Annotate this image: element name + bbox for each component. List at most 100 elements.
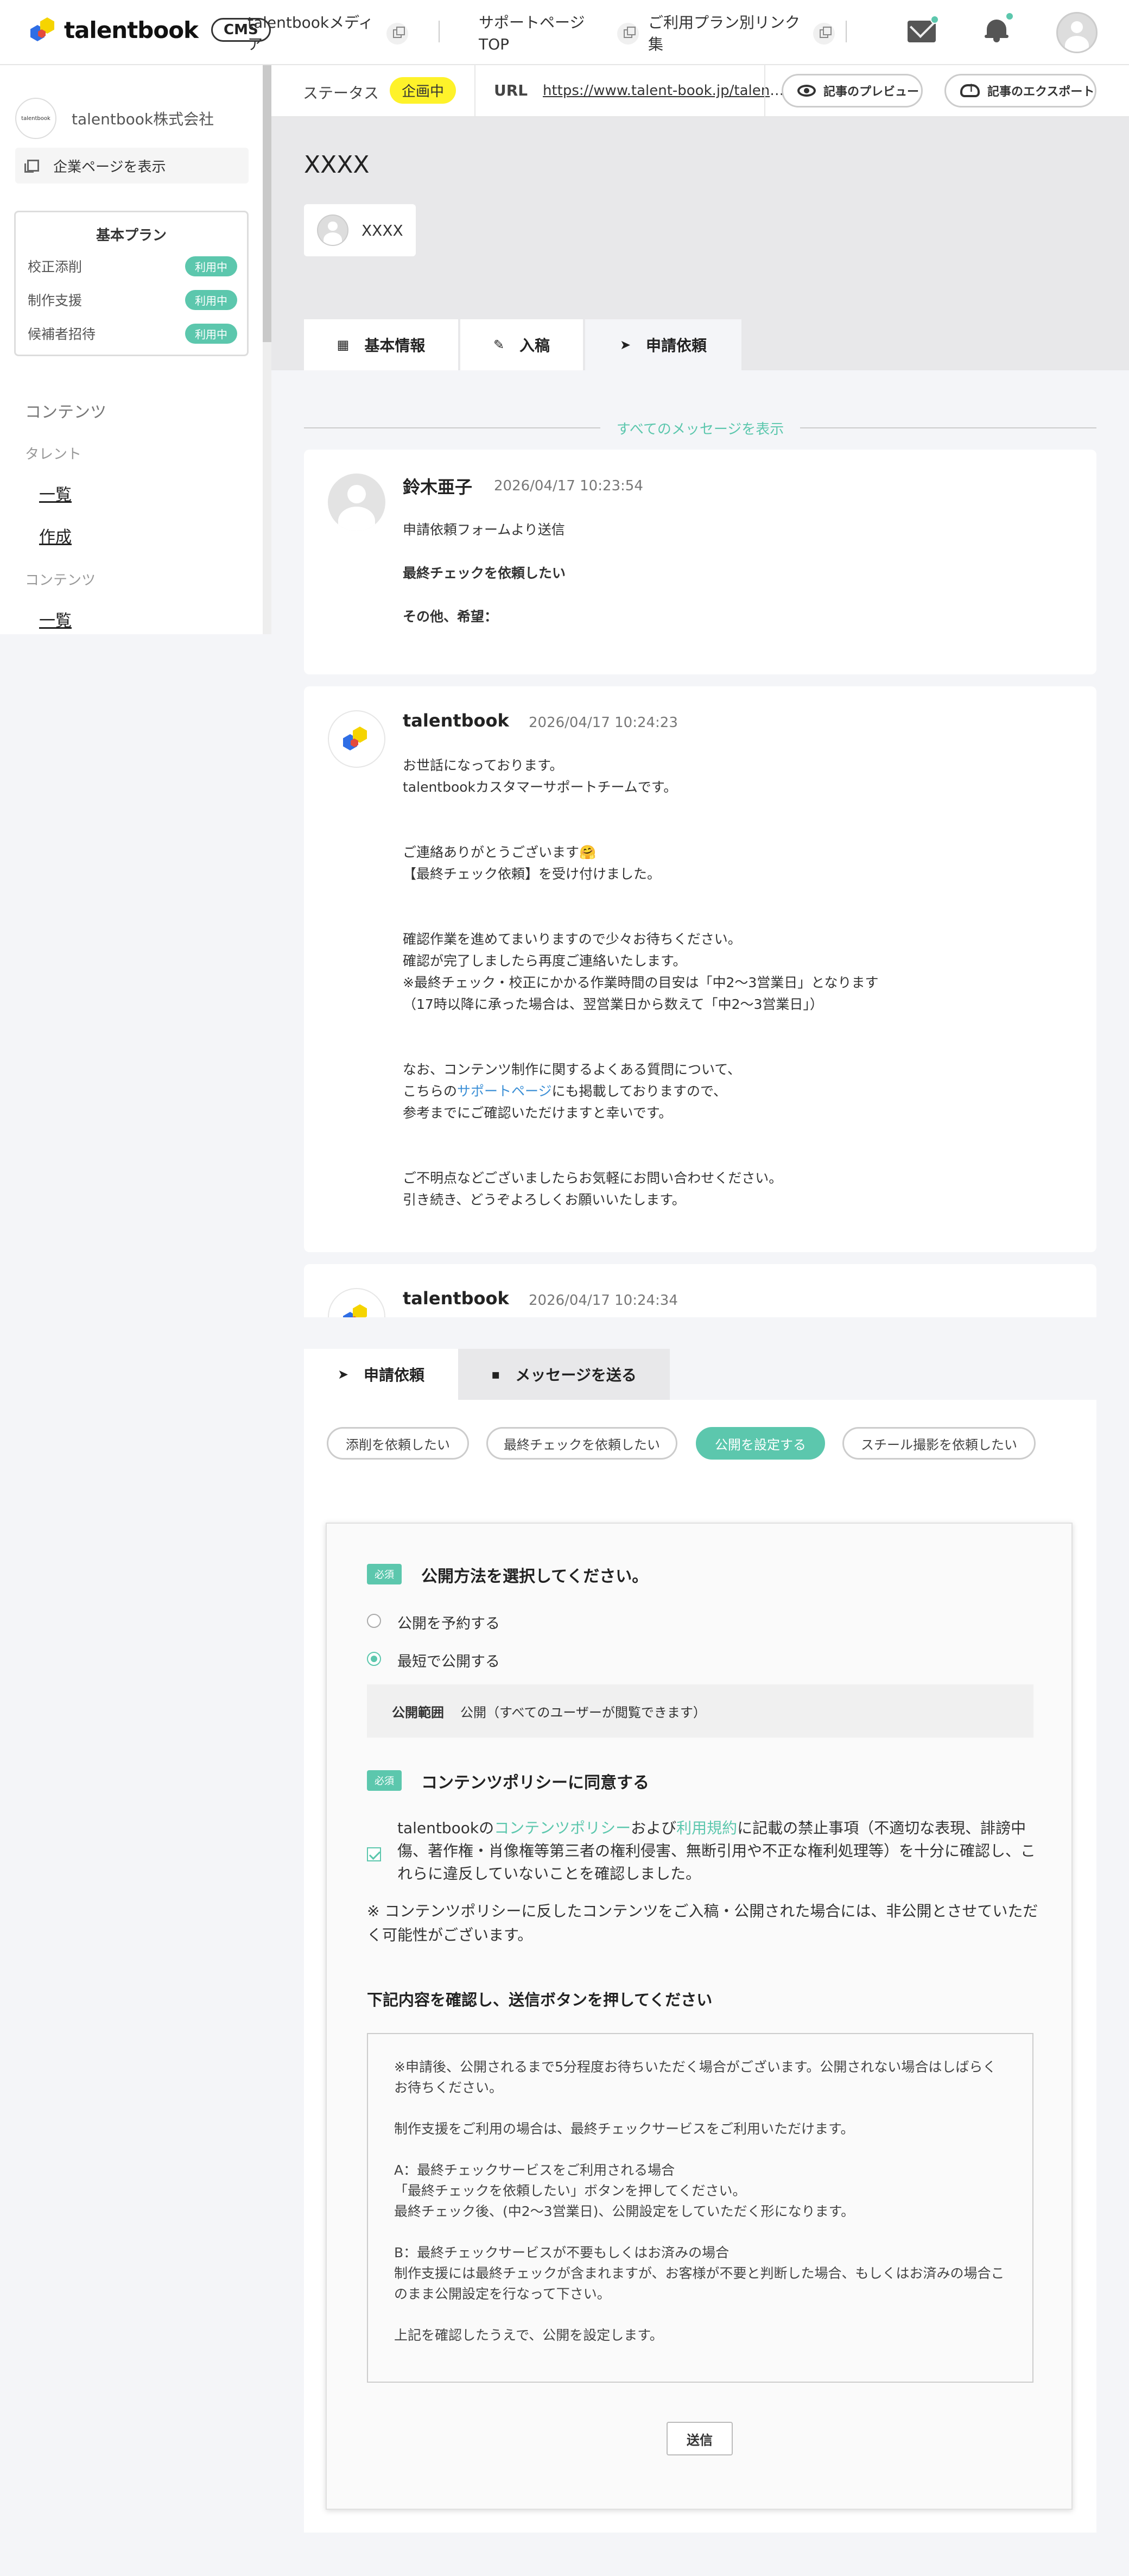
plan-item: 制作支援 利用中 — [28, 289, 237, 310]
plan-box: 基本プラン 校正添削 利用中 制作支援 利用中 候補者招待 利用中 — [14, 211, 249, 356]
article-url-link[interactable]: https://www.talent-book.jp/talentbook/st… — [543, 83, 787, 99]
confirm-line — [394, 2139, 1006, 2160]
message-thread[interactable]: すべてのメッセージを表示 鈴木亜子 2026/04/17 10:23:54 申請… — [271, 370, 1129, 1317]
message-author: talentbook — [403, 1288, 509, 1309]
message-line: ご不明点などございましたらお気軽にお問い合わせください。 — [403, 1170, 783, 1186]
request-publish-button[interactable]: 公開を設定する — [696, 1427, 825, 1460]
plan-status-badge: 利用中 — [185, 289, 237, 310]
support-page-link[interactable]: サポートページ — [457, 1083, 552, 1099]
message-line: 参考までにご確認いただけますと幸いです。 — [403, 1105, 673, 1121]
message-line: ※最終チェック・校正にかかる作業時間の目安は「中2〜3営業日」となります — [403, 975, 879, 990]
article-preview-label: 記事のプレビュー — [823, 85, 919, 99]
header-link-plan-label: ご利用プラン別リンク — [648, 14, 801, 31]
confirm-title: 下記内容を確認し、送信ボタンを押してください — [367, 1991, 713, 2009]
user-avatar[interactable] — [1056, 12, 1098, 53]
message-line: お世話になっております。 — [403, 757, 563, 773]
tab-send-message[interactable]: ▪ メッセージを送る — [458, 1349, 670, 1400]
message-author: 鈴木亜子 — [403, 477, 473, 497]
submit-button[interactable]: 送信 — [667, 2422, 733, 2455]
publish-scope-value: 公開（すべてのユーザーが閲覧できます） — [460, 1704, 706, 1720]
talent-chip[interactable]: XXXX — [304, 204, 416, 256]
view-company-page-button[interactable]: 企業ページを表示 — [15, 148, 249, 184]
message-item: talentbook 2026/04/17 10:24:34 — [304, 1264, 1096, 1317]
tab-application[interactable]: ➤ 申請依頼 — [585, 319, 741, 370]
header-link-media[interactable]: talentbookメディア — [248, 12, 409, 55]
message-line: なお、コンテンツ制作に関するよくある質問について、 — [403, 1062, 741, 1077]
content-policy-link[interactable]: コンテンツポリシー — [494, 1819, 631, 1837]
message-line: talentbookカスタマーサポートチームです。 — [403, 779, 677, 795]
message-author-avatar — [328, 1288, 385, 1317]
radio-publish-asap[interactable] — [367, 1652, 381, 1666]
logo-text: talentbook — [64, 16, 199, 43]
radio-publish-asap-label[interactable]: 最短で公開する — [397, 1650, 500, 1671]
tab-submission-label: 入稿 — [519, 337, 550, 355]
view-company-page-label: 企業ページを表示 — [53, 159, 166, 175]
tab-application-request[interactable]: ➤ 申請依頼 — [304, 1349, 458, 1400]
bell-icon[interactable] — [985, 17, 1009, 42]
plan-status-badge: 利用中 — [185, 256, 237, 276]
mail-notification-dot — [930, 15, 939, 24]
confirm-line: 「最終チェックを依頼したい」ボタンを押してください。 — [394, 2183, 746, 2199]
message-line: 申請依頼フォームより送信 — [403, 522, 565, 538]
publish-settings-card: 必須 公開方法を選択してください。 公開を予約する 最短で公開する 公開範囲 公… — [326, 1523, 1073, 2510]
radio-schedule-publish[interactable] — [367, 1614, 381, 1628]
plan-item-label: 候補者招待 — [28, 326, 96, 342]
status-divider — [764, 65, 765, 117]
talentbook-logo-icon — [30, 16, 58, 43]
eye-icon — [797, 85, 816, 97]
confirm-line: B：最終チェックサービスが不要もしくはお済みの場合 — [394, 2245, 730, 2261]
nav-item-talent-create[interactable]: 作成 — [39, 523, 72, 547]
confirm-line: ※申請後、公開されるまで5分程度お待ちいただく場合がございます。公開されない場合… — [394, 2059, 997, 2095]
message-line — [403, 798, 879, 820]
show-all-messages-label: すべてのメッセージを表示 — [616, 421, 784, 438]
message-line — [403, 1124, 879, 1146]
message-line — [403, 820, 879, 842]
plan-item: 候補者招待 利用中 — [28, 323, 237, 344]
tab-submission[interactable]: ✎ 入稿 — [460, 319, 583, 370]
talentbook-logo[interactable]: talentbook CMS — [30, 16, 271, 43]
publish-scope-label: 公開範囲 — [392, 1704, 444, 1720]
status-badge: 企画中 — [390, 77, 456, 104]
radio-schedule-publish-label[interactable]: 公開を予約する — [397, 1612, 500, 1633]
message-line: 引き続き、どうぞよろしくお願いいたします。 — [403, 1192, 686, 1208]
policy-agree-checkbox[interactable] — [367, 1847, 381, 1861]
header-link-support-label-2: TOP — [479, 35, 510, 53]
policy-agree-title: コンテンツポリシーに同意する — [421, 1773, 649, 1792]
request-photo-shoot-button[interactable]: スチール撮影を依頼したい — [842, 1427, 1036, 1460]
show-all-messages[interactable]: すべてのメッセージを表示 — [304, 417, 1096, 439]
article-status-bar: ステータス 企画中 URL https://www.talent-book.jp… — [271, 65, 1129, 117]
message-body: 申請依頼フォームより送信 最終チェックを依頼したい その他、希望： — [403, 519, 566, 628]
nav-item-content-list[interactable]: 一覧 — [39, 607, 72, 631]
nav-group-content: コンテンツ — [25, 572, 96, 589]
sidebar: talentbook talentbook株式会社 企業ページを表示 基本プラン… — [0, 65, 271, 634]
terms-of-use-link[interactable]: 利用規約 — [676, 1819, 737, 1837]
mail-icon[interactable] — [908, 21, 936, 42]
confirm-line — [394, 2304, 1006, 2325]
chat-icon: ▪ — [491, 1367, 500, 1382]
person-icon — [318, 216, 347, 245]
message-line: 確認作業を進めてまいりますので少々お待ちください。 — [403, 931, 741, 947]
support-suffix: にも掲載しておりますので、 — [551, 1083, 727, 1099]
status-label: ステータス — [303, 84, 379, 102]
nav-heading: コンテンツ — [25, 403, 106, 422]
message-line: ご連絡ありがとうございます🤗 — [403, 844, 597, 860]
plan-item: 校正添削 利用中 — [28, 256, 237, 276]
plan-title: 基本プラン — [96, 228, 167, 244]
request-proofread-button[interactable]: 添削を依頼したい — [327, 1427, 469, 1460]
tab-basic-info-label: 基本情報 — [364, 337, 426, 355]
cloud-upload-icon — [960, 81, 980, 97]
article-preview-button[interactable]: 記事のプレビュー — [782, 74, 923, 108]
sidebar-scrollbar-thumb[interactable] — [263, 65, 271, 342]
required-tag: 必須 — [367, 1770, 402, 1791]
header-link-plan-links[interactable]: ご利用プラン別リンク集 — [648, 12, 835, 55]
nav-item-talent-list[interactable]: 一覧 — [39, 481, 72, 505]
confirm-line: 制作支援には最終チェックが含まれますが、お客様が不要と判断した場合、もしくはお済… — [394, 2265, 1005, 2302]
message-line — [403, 584, 566, 606]
plan-item-label: 校正添削 — [28, 259, 83, 275]
open-page-icon — [24, 160, 39, 173]
divider-line — [304, 427, 600, 428]
tab-basic-info[interactable]: ▦ 基本情報 — [304, 319, 458, 370]
request-final-check-button[interactable]: 最終チェックを依頼したい — [486, 1427, 677, 1460]
header-link-support-top[interactable]: サポートページ TOP — [479, 12, 639, 55]
article-export-button[interactable]: 記事のエクスポート — [944, 74, 1096, 108]
